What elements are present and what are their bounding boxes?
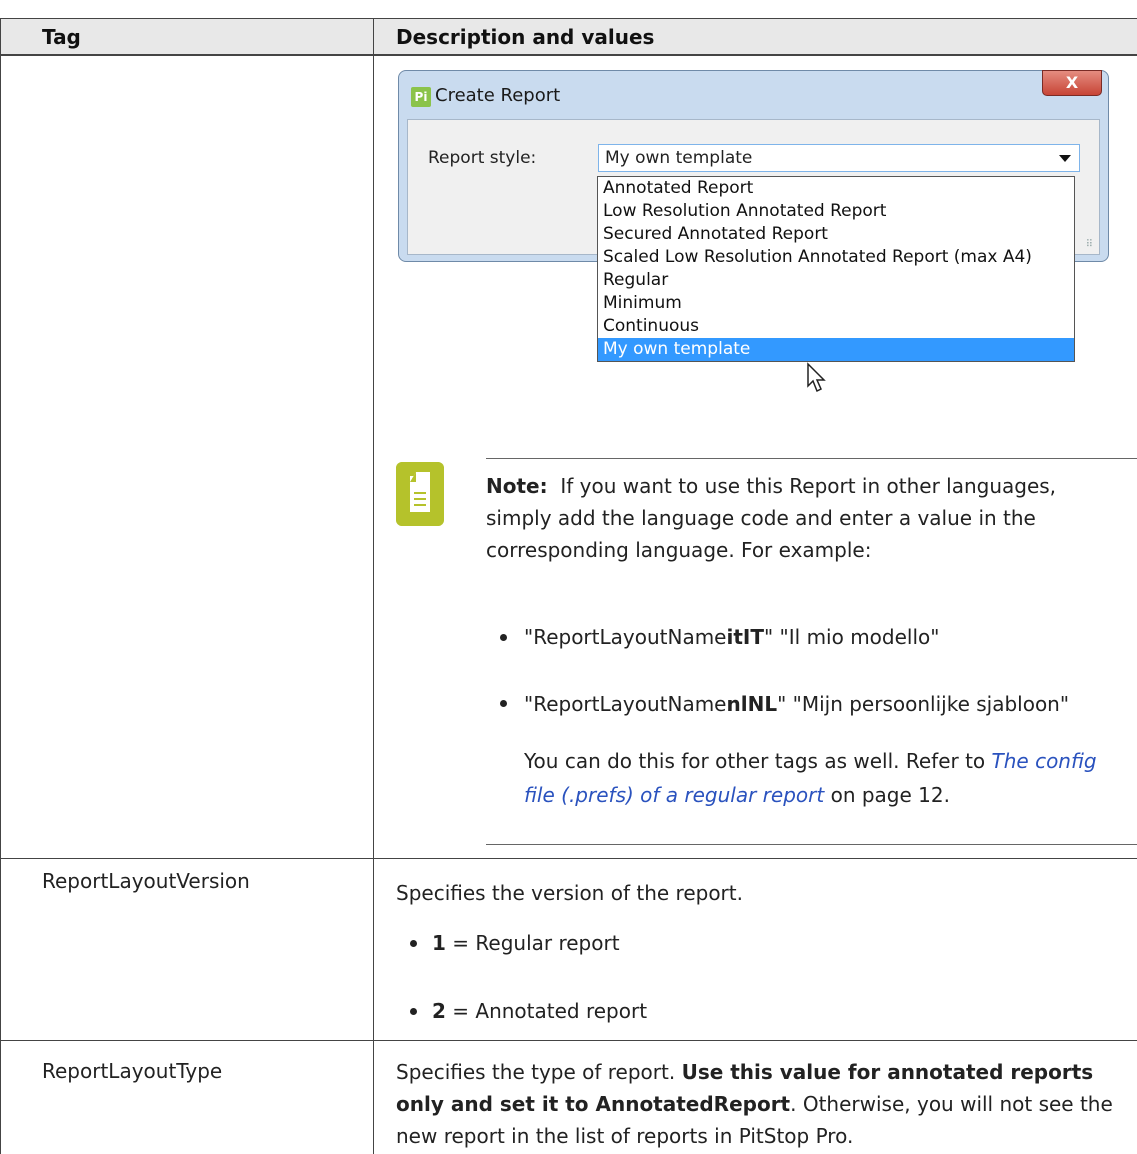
row-divider	[0, 858, 1137, 859]
note-label: Note:	[486, 474, 548, 498]
report-style-label: Report style:	[428, 148, 537, 168]
dialog-title: Create Report	[435, 85, 561, 106]
dropdown-option[interactable]: Minimum	[598, 292, 1074, 315]
bullet-icon	[410, 1008, 417, 1015]
dropdown-option[interactable]: Scaled Low Resolution Annotated Report (…	[598, 246, 1074, 269]
note-bottom-rule	[486, 844, 1137, 845]
tag-report-layout-version: ReportLayoutVersion	[42, 869, 250, 893]
note-document-icon	[396, 462, 444, 526]
note-text: If you want to use this Report in other …	[486, 474, 1057, 562]
bullet-icon	[500, 700, 507, 707]
note-paragraph: Note: If you want to use this Report in …	[486, 470, 1126, 566]
dropdown-option[interactable]: Continuous	[598, 315, 1074, 338]
table-left-border	[0, 18, 1, 1154]
header-tag: Tag	[42, 25, 81, 49]
dropdown-option[interactable]: Low Resolution Annotated Report	[598, 200, 1074, 223]
dropdown-option[interactable]: Secured Annotated Report	[598, 223, 1074, 246]
row-divider	[0, 1040, 1137, 1041]
resize-grip-icon[interactable]: ⠿	[1086, 239, 1093, 250]
version-description: Specifies the version of the report.	[396, 881, 743, 905]
version-item: 2 = Annotated report	[432, 999, 648, 1023]
header-description: Description and values	[396, 25, 655, 49]
table-column-divider	[373, 18, 374, 1154]
mouse-pointer-icon	[807, 362, 826, 393]
pitstop-app-icon: Pi	[411, 87, 431, 107]
note-bullet-item: "ReportLayoutNameitIT" "Il mio modello"	[524, 625, 940, 649]
tag-report-layout-type: ReportLayoutType	[42, 1059, 223, 1083]
dropdown-option[interactable]: Annotated Report	[598, 177, 1074, 200]
report-style-dropdown-list: Annotated Report Low Resolution Annotate…	[597, 176, 1075, 362]
note-bullet-item: "ReportLayoutNamenlNL" "Mijn persoonlijk…	[524, 692, 1070, 716]
chevron-down-icon	[1059, 155, 1071, 162]
report-style-selected-value: My own template	[605, 148, 753, 168]
bullet-icon	[500, 634, 507, 641]
note-tail-paragraph: You can do this for other tags as well. …	[524, 749, 1097, 807]
type-description: Specifies the type of report. Use this v…	[396, 1060, 1113, 1148]
bullet-icon	[410, 940, 417, 947]
report-style-select[interactable]: My own template	[598, 144, 1080, 172]
close-button[interactable]: X	[1042, 70, 1102, 96]
note-top-rule	[486, 458, 1137, 459]
dropdown-option[interactable]: Regular	[598, 269, 1074, 292]
version-item: 1 = Regular report	[432, 931, 620, 955]
dropdown-option-selected[interactable]: My own template	[598, 338, 1074, 361]
